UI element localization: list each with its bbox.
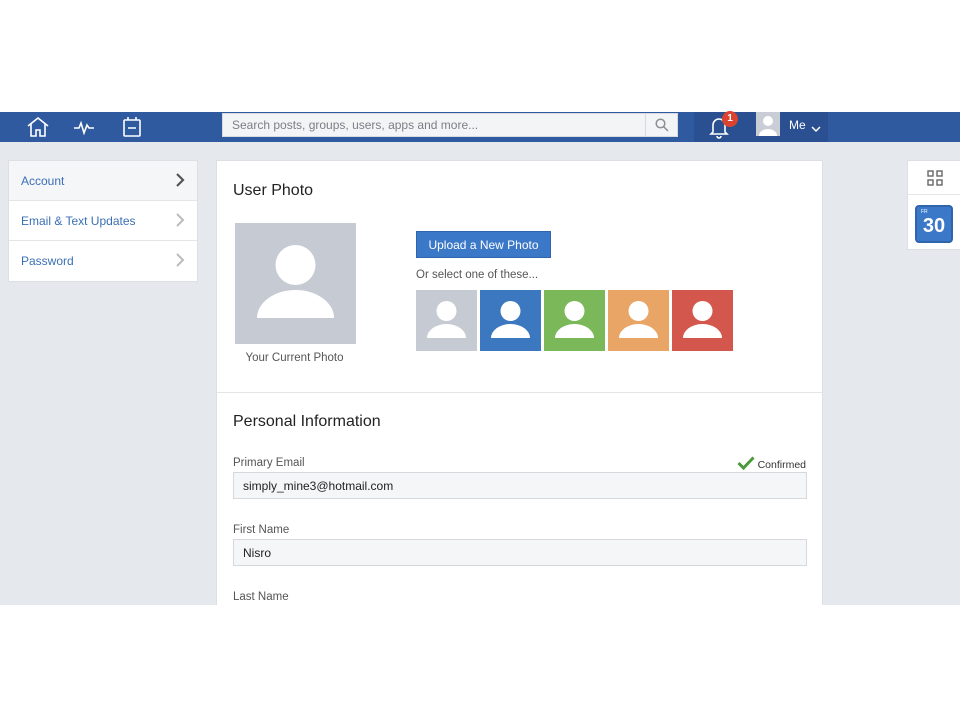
section-title-personal-information: Personal Information [233, 413, 381, 430]
primary-email-field[interactable] [233, 472, 807, 499]
section-title-user-photo: User Photo [233, 182, 314, 199]
avatar[interactable] [756, 112, 780, 136]
apps-icon[interactable] [112, 112, 152, 142]
sidebar-item-label: Email & Text Updates [21, 213, 136, 228]
search-box [222, 113, 678, 137]
user-menu-label[interactable]: Me [789, 118, 806, 132]
last-name-label: Last Name [233, 591, 289, 603]
avatar-choice-5[interactable] [672, 290, 733, 351]
home-icon[interactable] [18, 112, 58, 142]
calendar-day: FR [921, 209, 928, 215]
email-confirmed-status: Confirmed [737, 456, 806, 473]
user-area: Me [694, 112, 828, 142]
notification-badge[interactable]: 1 [722, 111, 738, 127]
chevron-right-icon [175, 173, 185, 190]
avatar-choice-1[interactable] [416, 290, 477, 351]
sidebar-item-label: Account [21, 173, 65, 188]
chevron-right-icon [175, 253, 185, 270]
sidebar-item-label: Password [21, 254, 74, 268]
sidebar-item-password[interactable]: Password [9, 241, 197, 281]
settings-sidebar: Account Email & Text Updates Password [8, 160, 198, 282]
top-navigation-bar: Me [0, 112, 960, 142]
first-name-field[interactable] [233, 539, 807, 566]
chevron-down-icon[interactable] [811, 120, 821, 138]
avatar-choice-2[interactable] [480, 290, 541, 351]
activity-icon[interactable] [64, 112, 104, 142]
confirmed-label: Confirmed [757, 458, 806, 471]
search-input[interactable] [223, 114, 647, 136]
grid-icon[interactable] [908, 161, 960, 195]
widget-panel: FR 30 [907, 160, 960, 250]
calendar-date: 30 [922, 215, 946, 237]
sidebar-item-email-text-updates[interactable]: Email & Text Updates [9, 201, 197, 241]
calendar-icon[interactable]: FR 30 [915, 205, 953, 243]
current-photo [235, 223, 356, 344]
app-screen: Me Account Email & Text Updates Password [0, 112, 960, 605]
avatar-choices [416, 290, 733, 351]
divider [217, 392, 822, 393]
avatar-choice-3[interactable] [544, 290, 605, 351]
primary-email-label: Primary Email [233, 457, 305, 469]
checkmark-icon [737, 456, 755, 473]
first-name-label: First Name [233, 524, 290, 536]
avatar-choice-4[interactable] [608, 290, 669, 351]
current-photo-caption: Your Current Photo [245, 352, 344, 364]
select-photo-hint: Or select one of these... [416, 269, 539, 281]
account-settings-panel: User Photo Your Current Photo Upload a N… [216, 160, 823, 605]
chevron-right-icon [175, 213, 185, 230]
sidebar-item-account[interactable]: Account [9, 161, 197, 201]
search-icon[interactable] [645, 114, 677, 136]
upload-photo-button[interactable]: Upload a New Photo [416, 231, 551, 258]
